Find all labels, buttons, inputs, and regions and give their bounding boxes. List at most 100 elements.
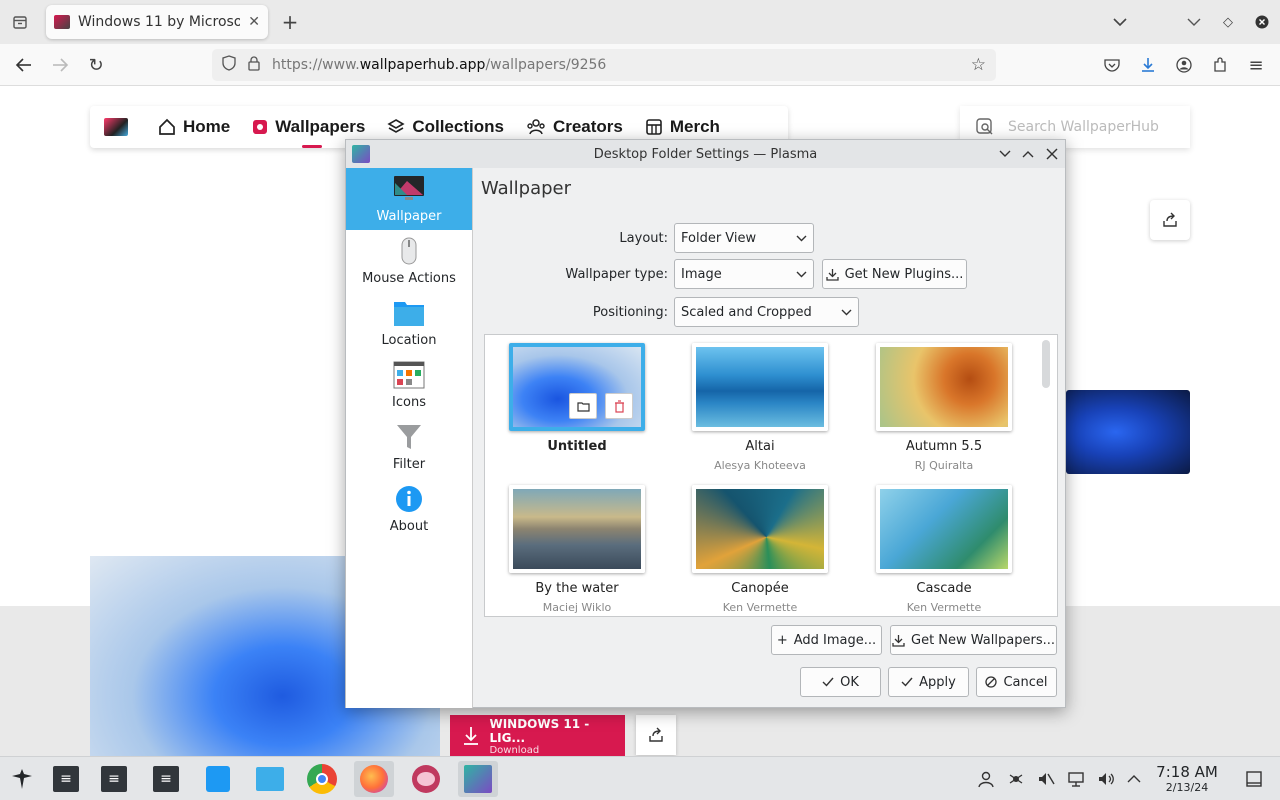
wallpaper-name: By the water [535, 581, 619, 596]
wallpaper-tile-altai[interactable]: Altai Alesya Khoteeva [692, 343, 828, 483]
reload-icon[interactable]: ↻ [82, 51, 110, 79]
user-icon[interactable] [976, 769, 996, 789]
open-folder-button[interactable] [569, 393, 597, 419]
taskbar-konsole-icon[interactable]: ≡ [46, 761, 86, 797]
grid-scrollbar[interactable] [1042, 340, 1050, 388]
network-icon[interactable] [1066, 769, 1086, 789]
wallpaper-type-value: Image [681, 266, 722, 282]
window-maximize-icon[interactable]: ◇ [1214, 8, 1242, 36]
share-button-secondary[interactable] [636, 715, 676, 755]
wallpaper-type-label: Wallpaper type: [565, 267, 668, 282]
wallpaper-tile-cascade[interactable]: Cascade Ken Vermette [876, 485, 1012, 616]
taskbar-konsole-3-icon[interactable]: ≡ [146, 761, 186, 797]
layout-value: Folder View [681, 230, 757, 246]
home-icon [159, 118, 175, 135]
sidebar-item-location[interactable]: Location [346, 292, 472, 354]
wallpaper-type-combobox[interactable]: Image [674, 259, 814, 289]
get-new-wallpapers-label: Get New Wallpapers... [911, 632, 1055, 648]
window-minimize-icon[interactable] [1180, 8, 1208, 36]
new-tab-icon[interactable]: + [276, 8, 304, 36]
wallpaper-tile-by-the-water[interactable]: By the water Maciej Wiklo [509, 485, 645, 616]
users-icon [527, 119, 545, 135]
kde-connect-icon[interactable] [1006, 769, 1026, 789]
delete-wallpaper-button[interactable] [605, 393, 633, 419]
taskbar-discover-icon[interactable] [198, 761, 238, 797]
ok-label: OK [840, 674, 859, 690]
get-new-wallpapers-button[interactable]: Get New Wallpapers... [890, 625, 1057, 655]
wallpaper-tile-untitled[interactable]: Untitled [509, 343, 645, 483]
wallpaper-thumbnail [876, 343, 1012, 431]
taskbar-konsole-2-icon[interactable]: ≡ [94, 761, 134, 797]
mute-icon[interactable] [1036, 769, 1056, 789]
account-icon[interactable] [1170, 51, 1198, 79]
wallpaper-tile-autumn[interactable]: Autumn 5.5 RJ Quiralta [876, 343, 1012, 483]
monitor-icon [394, 176, 424, 200]
forward-icon[interactable] [46, 51, 74, 79]
desktop-folder-settings-dialog: Desktop Folder Settings — Plasma Wallpap… [345, 139, 1066, 708]
taskbar-files-icon[interactable] [250, 761, 290, 797]
dialog-minimize-icon[interactable] [996, 145, 1014, 163]
sidebar-item-filter[interactable]: Filter [346, 416, 472, 478]
nav-home[interactable]: Home [158, 117, 230, 137]
dialog-titlebar[interactable]: Desktop Folder Settings — Plasma [346, 140, 1065, 168]
get-new-plugins-button[interactable]: Get New Plugins... [822, 259, 967, 289]
app-launcher-icon[interactable] [2, 761, 42, 797]
taskbar-firefox-icon[interactable] [354, 761, 394, 797]
extensions-icon[interactable] [1206, 51, 1234, 79]
nav-collections[interactable]: Collections [387, 117, 504, 137]
close-tab-icon[interactable]: ✕ [248, 14, 260, 30]
taskbar-app-icon[interactable] [406, 761, 446, 797]
taskbar-plasma-settings-icon[interactable] [458, 761, 498, 797]
add-image-button[interactable]: + Add Image... [771, 625, 882, 655]
downloads-icon[interactable] [1134, 51, 1162, 79]
nav-creators[interactable]: Creators [526, 117, 623, 137]
ok-button[interactable]: OK [800, 667, 881, 697]
sidebar-item-wallpaper[interactable]: Wallpaper [346, 168, 472, 230]
wallpaper-name: Canopée [731, 581, 789, 596]
wallpaper-name: Autumn 5.5 [905, 439, 983, 454]
apply-button[interactable]: Apply [888, 667, 969, 697]
shop-icon [646, 119, 662, 135]
bookmark-star-icon[interactable]: ☆ [971, 55, 986, 75]
wallpaper-preview-secondary[interactable] [1066, 390, 1190, 474]
nav-wallpapers[interactable]: Wallpapers [252, 117, 365, 148]
site-logo[interactable] [104, 118, 128, 136]
wallpaper-tile-canopee[interactable]: Canopée Ken Vermette [692, 485, 828, 616]
sidebar-item-icons[interactable]: Icons [346, 354, 472, 416]
browser-nav-bar: ↻ https://www.wallpaperhub.app/wallpaper… [0, 44, 1280, 86]
url-bar[interactable]: https://www.wallpaperhub.app/wallpapers/… [212, 49, 996, 81]
browser-tab[interactable]: Windows 11 by Microsoft ✕ [46, 5, 268, 39]
show-desktop-icon[interactable] [1244, 769, 1264, 789]
window-close-icon[interactable] [1248, 8, 1276, 36]
volume-icon[interactable] [1096, 769, 1116, 789]
wallpaper-thumbnail [692, 485, 828, 573]
wallpapers-icon [253, 120, 268, 134]
taskbar-chrome-icon[interactable] [302, 761, 342, 797]
menu-icon[interactable]: ≡ [1242, 51, 1270, 79]
share-button[interactable] [1150, 200, 1190, 240]
wallpaper-name: Untitled [547, 439, 607, 454]
wallpaper-thumbnail [876, 485, 1012, 573]
tab-list-icon[interactable] [6, 8, 34, 36]
download-subtitle: Download [489, 744, 540, 756]
back-icon[interactable] [10, 51, 38, 79]
shield-icon[interactable] [222, 55, 236, 75]
cancel-button[interactable]: Cancel [976, 667, 1057, 697]
sidebar-item-about[interactable]: About [346, 478, 472, 540]
pocket-icon[interactable] [1098, 51, 1126, 79]
nav-home-label: Home [183, 117, 231, 136]
nav-creators-label: Creators [552, 117, 623, 136]
wallpaper-thumbnail [509, 485, 645, 573]
positioning-combobox[interactable]: Scaled and Cropped [674, 297, 859, 327]
clock[interactable]: 7:18 AM 2/13/24 [1150, 763, 1224, 794]
sidebar-item-mouse-actions[interactable]: Mouse Actions [346, 230, 472, 292]
lock-icon[interactable] [248, 55, 260, 75]
dialog-close-icon[interactable] [1043, 145, 1061, 163]
dialog-maximize-icon[interactable] [1019, 145, 1037, 163]
nav-merch[interactable]: Merch [645, 117, 720, 137]
tray-expand-icon[interactable] [1124, 769, 1144, 789]
sidebar-item-label: Icons [392, 395, 426, 410]
layout-combobox[interactable]: Folder View [674, 223, 814, 253]
list-all-tabs-icon[interactable] [1106, 8, 1134, 36]
download-button[interactable]: WINDOWS 11 - LIG... Download [450, 715, 625, 757]
